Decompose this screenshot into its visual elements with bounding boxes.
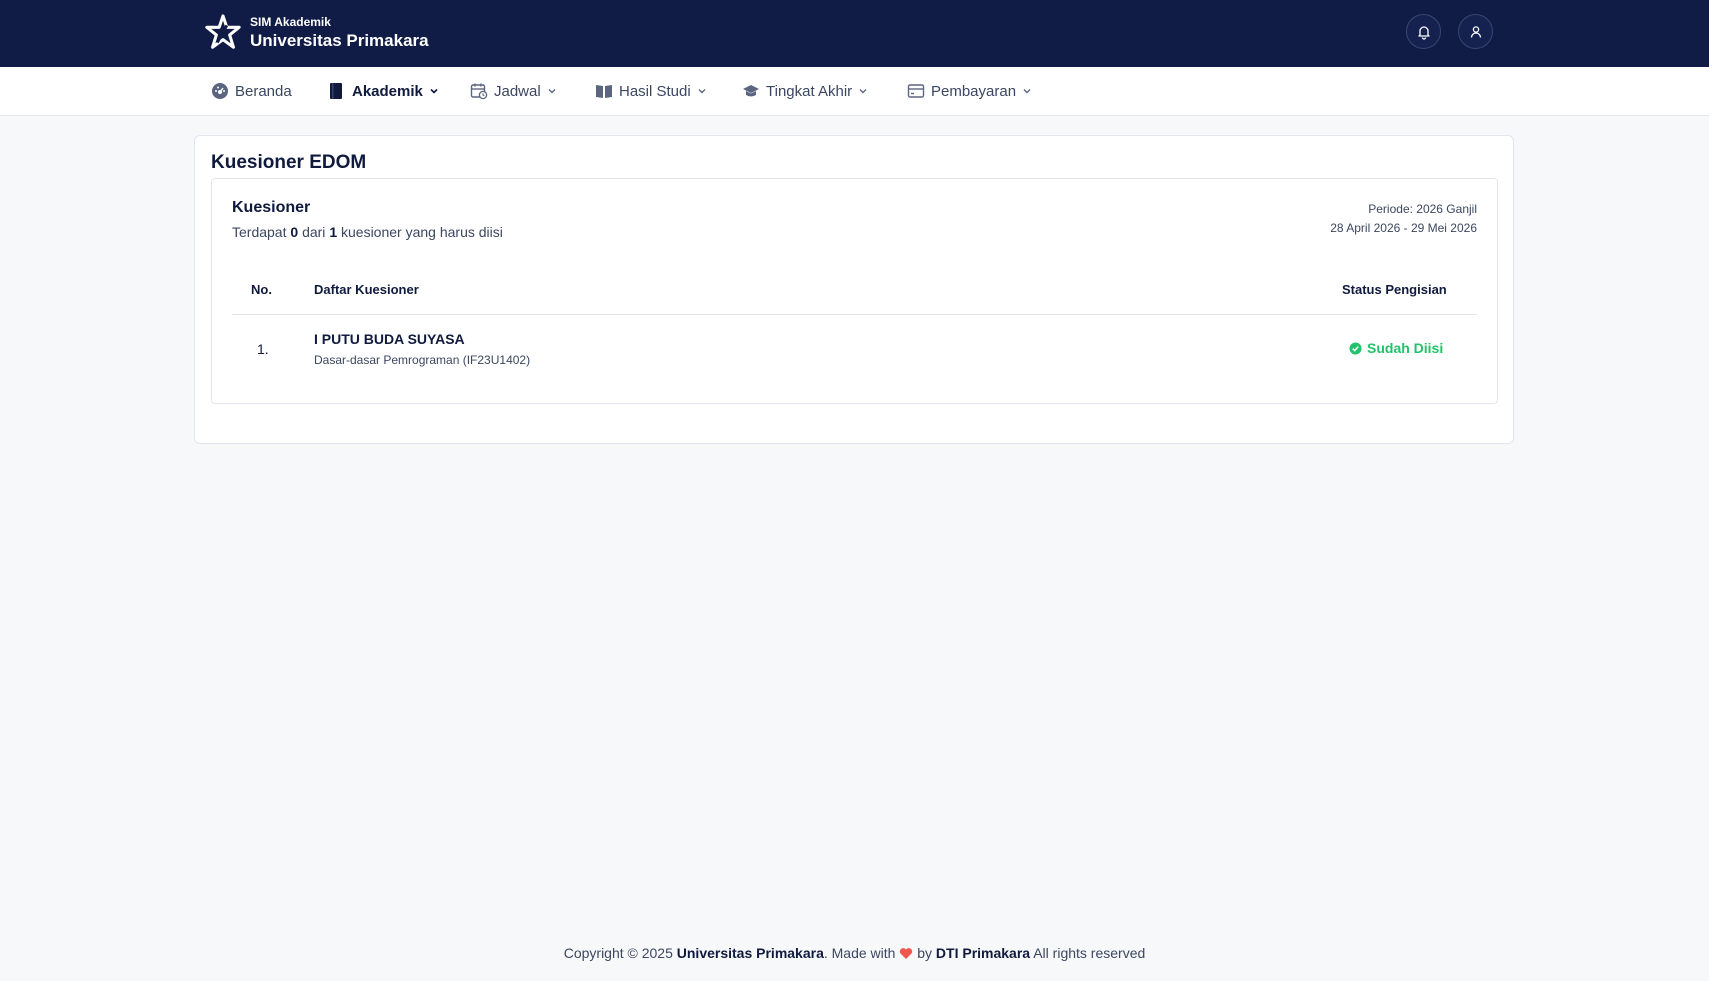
wallet-icon xyxy=(907,82,925,100)
nav-beranda-label: Beranda xyxy=(235,82,292,100)
nav-hasil-studi-label: Hasil Studi xyxy=(619,82,691,100)
chevron-down-icon xyxy=(1023,89,1031,94)
dashboard-icon xyxy=(211,82,229,100)
periode-label: Periode: 2026 Ganjil xyxy=(1368,202,1477,216)
periode-info: Periode: 2026 Ganjil 28 April 2026 - 29 … xyxy=(1330,200,1477,238)
primakara-logo-icon xyxy=(205,14,241,49)
nav-jadwal[interactable]: Jadwal xyxy=(470,67,557,115)
nav-akademik[interactable]: Akademik xyxy=(328,67,439,115)
chevron-down-icon xyxy=(698,89,706,94)
notification-button[interactable] xyxy=(1406,14,1441,49)
kuesioner-card: Kuesioner EDOM Kuesioner Terdapat 0 dari… xyxy=(194,135,1514,444)
total-count: 1 xyxy=(329,224,338,240)
table-header: No. Daftar Kuesioner Status Pengisian xyxy=(232,267,1477,315)
app-title: Universitas Primakara xyxy=(250,31,429,50)
copyright-text: Copyright © 2025 xyxy=(563,945,673,961)
nav-jadwal-label: Jadwal xyxy=(494,82,541,100)
lecturer-name: I PUTU BUDA SUYASA xyxy=(314,331,465,347)
top-header: SIM Akademik Universitas Primakara xyxy=(0,0,1709,67)
calendar-icon xyxy=(470,82,488,100)
check-circle-icon xyxy=(1349,341,1362,355)
rights-text: All rights reserved xyxy=(1033,945,1146,961)
footer-team: DTI Primakara xyxy=(935,945,1031,961)
column-header-daftar: Daftar Kuesioner xyxy=(314,282,419,297)
nav-pembayaran-label: Pembayaran xyxy=(931,82,1017,100)
kuesioner-panel: Kuesioner Terdapat 0 dari 1 kuesioner ya… xyxy=(211,178,1498,404)
heart-icon xyxy=(900,948,913,959)
made-with-text: . Made with xyxy=(823,945,896,961)
main-navbar: Beranda Akademik Jadwal Hasil Studi Ting… xyxy=(0,67,1709,116)
column-header-no: No. xyxy=(251,282,272,297)
app-subtitle: SIM Akademik xyxy=(250,15,331,29)
nav-tingkat-akhir[interactable]: Tingkat Akhir xyxy=(742,67,868,115)
chevron-down-icon xyxy=(548,89,556,94)
book-icon xyxy=(328,82,346,100)
brand[interactable]: SIM Akademik Universitas Primakara xyxy=(204,14,429,52)
nav-pembayaran[interactable]: Pembayaran xyxy=(907,67,1032,115)
by-text: by xyxy=(917,945,933,961)
kuesioner-summary: Terdapat 0 dari 1 kuesioner yang harus d… xyxy=(232,224,503,240)
graduation-cap-icon xyxy=(742,82,760,100)
row-number: 1. xyxy=(257,341,269,357)
nav-akademik-label: Akademik xyxy=(352,82,423,100)
periode-range: 28 April 2026 - 29 Mei 2026 xyxy=(1330,221,1477,235)
page-title: Kuesioner EDOM xyxy=(211,152,367,173)
nav-beranda[interactable]: Beranda xyxy=(211,67,292,115)
chevron-down-icon xyxy=(859,89,867,94)
footer: Copyright © 2025 Universitas Primakara. … xyxy=(0,945,1709,961)
open-book-icon xyxy=(595,82,613,100)
table-row[interactable]: 1. I PUTU BUDA SUYASA Dasar-dasar Pemrog… xyxy=(232,315,1477,385)
status-badge: Sudah Diisi xyxy=(1349,340,1443,356)
nav-tingkat-akhir-label: Tingkat Akhir xyxy=(766,82,853,100)
chevron-down-icon xyxy=(430,88,438,94)
filled-count: 0 xyxy=(290,224,299,240)
section-title: Kuesioner xyxy=(232,199,311,216)
user-icon xyxy=(1470,25,1481,38)
bell-icon xyxy=(1417,25,1430,40)
course-name: Dasar-dasar Pemrograman (IF23U1402) xyxy=(314,353,531,367)
status-text: Sudah Diisi xyxy=(1367,340,1444,356)
column-header-status: Status Pengisian xyxy=(1342,282,1447,297)
nav-hasil-studi[interactable]: Hasil Studi xyxy=(595,67,707,115)
user-menu-button[interactable] xyxy=(1458,14,1493,49)
footer-org: Universitas Primakara xyxy=(676,945,824,961)
